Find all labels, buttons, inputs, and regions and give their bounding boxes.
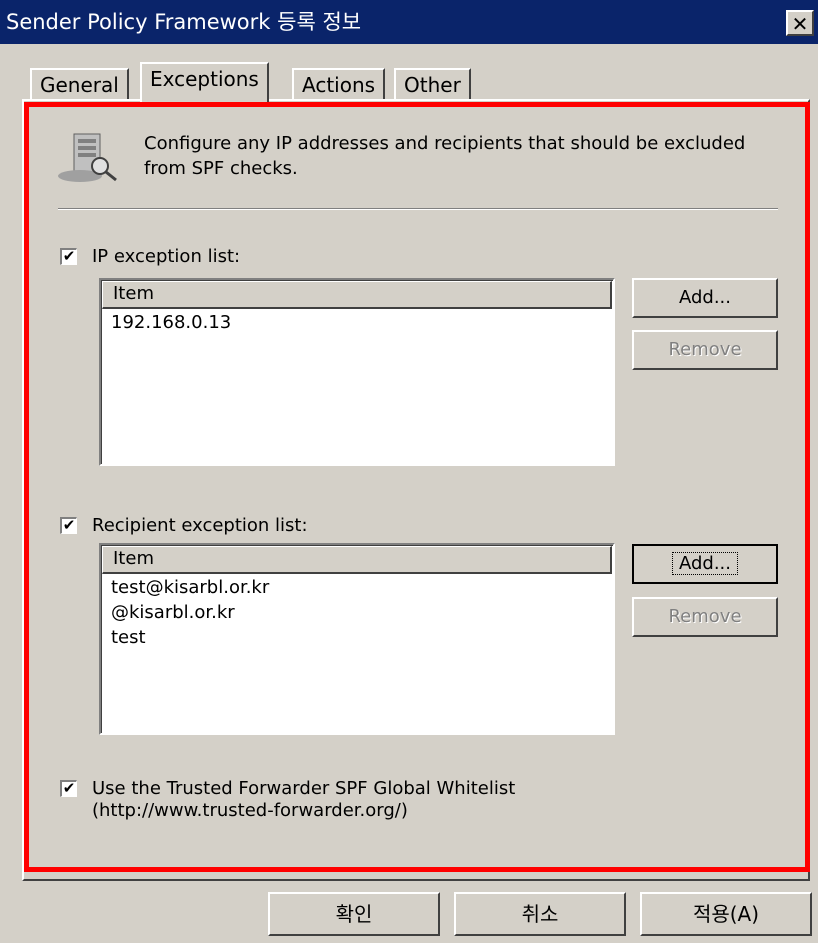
tab-actions[interactable]: Actions (292, 68, 386, 100)
list-item[interactable]: @kisarbl.or.kr (101, 600, 613, 625)
close-icon: ✕ (791, 12, 809, 36)
server-icon (58, 133, 117, 182)
tab-general[interactable]: General (30, 68, 129, 100)
ip-list-column-header[interactable]: Item (102, 281, 612, 309)
recipient-remove-button[interactable]: Remove (632, 597, 778, 637)
check-mark-icon: ✔ (62, 516, 76, 534)
recipient-exception-checkbox[interactable]: ✔ (60, 517, 77, 534)
list-item[interactable]: test (101, 625, 613, 650)
list-item[interactable]: test@kisarbl.or.kr (101, 575, 613, 600)
ip-add-button[interactable]: Add... (632, 278, 778, 318)
tab-other[interactable]: Other (394, 68, 471, 100)
ip-exception-label: IP exception list: (92, 246, 241, 267)
check-mark-icon: ✔ (62, 247, 76, 265)
recipient-exception-label: Recipient exception list: (92, 515, 308, 536)
whitelist-label: Use the Trusted Forwarder SPF Global Whi… (92, 778, 515, 822)
whitelist-checkbox[interactable]: ✔ (60, 780, 77, 797)
ip-exception-checkbox[interactable]: ✔ (60, 248, 77, 265)
recipient-list-column-header[interactable]: Item (102, 546, 612, 574)
whitelist-label-line1: Use the Trusted Forwarder SPF Global Whi… (92, 778, 516, 799)
exceptions-panel (22, 99, 810, 881)
title-bar: Sender Policy Framework 등록 정보 ✕ (0, 0, 818, 44)
apply-button[interactable]: 적용(A) (640, 892, 812, 936)
recipient-add-label: Add... (671, 552, 738, 575)
recipient-add-button[interactable]: Add... (632, 544, 778, 584)
tab-exceptions[interactable]: Exceptions (140, 62, 269, 102)
ip-remove-button[interactable]: Remove (632, 330, 778, 370)
intro-text: Configure any IP addresses and recipient… (144, 133, 746, 179)
close-button[interactable]: ✕ (786, 10, 814, 36)
ip-exception-list[interactable]: Item 192.168.0.13 (99, 278, 615, 466)
separator (58, 208, 778, 210)
recipient-exception-list[interactable]: Item test@kisarbl.or.kr @kisarbl.or.kr t… (99, 543, 615, 735)
ok-button[interactable]: 확인 (268, 892, 440, 936)
whitelist-label-line2: (http://www.trusted-forwarder.org/) (92, 800, 408, 821)
cancel-button[interactable]: 취소 (454, 892, 626, 936)
list-item[interactable]: 192.168.0.13 (101, 310, 613, 335)
window-title: Sender Policy Framework 등록 정보 (6, 10, 362, 34)
check-mark-icon: ✔ (62, 779, 76, 797)
